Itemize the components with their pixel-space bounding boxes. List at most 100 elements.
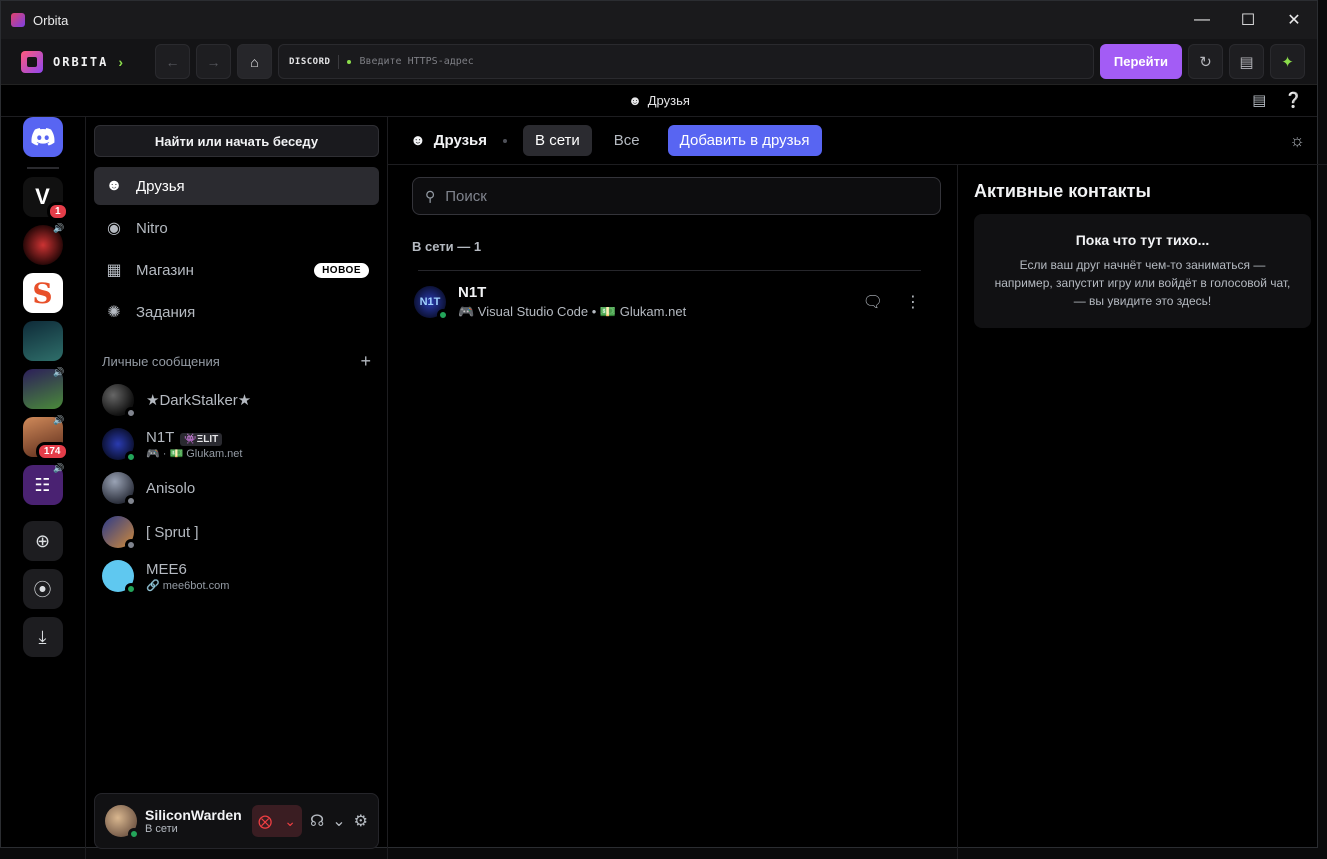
reload-icon[interactable]: ↻ — [1188, 44, 1223, 79]
friends-header: ☻ Друзья В сети Все Добавить в друзья ☼ — [388, 117, 1327, 165]
dm-name: MEE6 — [146, 560, 187, 578]
status-online-icon — [125, 583, 137, 595]
close-window-button[interactable]: ✕ — [1271, 1, 1317, 39]
new-badge: НОВОЕ — [314, 262, 369, 278]
dm-activity: 🔗 mee6bot.com — [146, 579, 230, 592]
dm-name: ★DarkStalker★ — [146, 392, 252, 409]
explore-icon[interactable]: ⦿ — [22, 569, 63, 609]
nav-label: Nitro — [136, 219, 168, 237]
orbita-logo-icon — [21, 50, 43, 73]
spark-icon[interactable]: ✦ — [1270, 44, 1305, 79]
mention-badge: 1 — [46, 202, 69, 221]
friends-title: ☻ Друзья — [410, 132, 487, 149]
online-count: В сети — 1 — [412, 239, 482, 254]
back-button[interactable]: ← — [155, 44, 190, 79]
friends-icon: ☻ — [410, 132, 426, 149]
tab-all[interactable]: Все — [602, 125, 652, 156]
nav-label: Задания — [136, 303, 196, 321]
server-anime[interactable]: 🔊 174 — [22, 415, 69, 461]
window-title: Orbita — [33, 12, 69, 28]
avatar — [102, 428, 137, 463]
friends-search[interactable]: ⚲ — [412, 177, 941, 215]
download-icon[interactable]: ⤓ — [22, 617, 63, 657]
server-monitor[interactable]: 🔊 ☷ — [22, 463, 65, 505]
friends-list: ⚲ В сети — 1 N1T N1T 🎮 Visual Studio Cod… — [388, 165, 958, 859]
friends-title-label: Друзья — [433, 132, 488, 149]
avatar[interactable] — [105, 805, 140, 840]
avatar-text: N1T — [419, 295, 441, 308]
server-list: V 1 🔊 S 🔊 🔊 174 🔊 ☷ ⊕ ⦿ ⤓ — [0, 117, 86, 859]
server-pepe[interactable]: 🔊 — [22, 367, 65, 409]
dm-item[interactable]: Anisolo — [94, 466, 379, 510]
discord-top-bar: ☻ Друзья ▤ ❔ — [1, 85, 1317, 117]
brand-name: ORBITA — [53, 54, 109, 69]
tab-online[interactable]: В сети — [523, 125, 592, 156]
home-server-button[interactable] — [22, 117, 63, 157]
more-icon[interactable]: ⋮ — [905, 292, 921, 312]
add-friend-button[interactable]: Добавить в друзья — [667, 125, 822, 156]
user-status: В сети — [145, 823, 178, 835]
browser-toolbar: ORBITA › ← → ⌂ DISCORD Перейти ↻ ▤ ✦ — [1, 39, 1317, 85]
home-button[interactable]: ⌂ — [237, 44, 272, 79]
window-controls: — ☐ ✕ — [1179, 1, 1317, 39]
server-club[interactable]: 🔊 — [22, 223, 65, 265]
shop-icon: ▦ — [106, 262, 122, 279]
brand-chevron-icon: › — [118, 53, 124, 70]
server-laptop[interactable] — [22, 321, 63, 361]
avatar — [102, 384, 137, 419]
address-bar[interactable]: DISCORD — [278, 44, 1094, 79]
volume-icon: 🔊 — [53, 463, 65, 473]
go-button[interactable]: Перейти — [1099, 44, 1182, 79]
clan-tag: 👾ΞLIT — [180, 432, 223, 446]
dm-activity: 🎮 · 💵 Glukam.net — [146, 447, 243, 460]
header-dot — [503, 138, 508, 143]
dm-name: Anisolo — [146, 479, 196, 497]
dm-item[interactable]: ★DarkStalker★ — [94, 378, 379, 422]
url-input[interactable] — [359, 56, 1083, 67]
empty-description: Если ваш друг начнёт чем-то заниматься —… — [994, 258, 1291, 308]
top-right-icons: ▤ ❔ — [1252, 91, 1303, 109]
chevron-down-icon[interactable]: ⌄ — [332, 811, 345, 831]
gear-icon[interactable]: ⚙ — [354, 811, 368, 831]
new-group-dm-icon[interactable]: ☼ — [1289, 131, 1305, 151]
help-icon[interactable]: ❔ — [1284, 91, 1303, 109]
forward-button[interactable]: → — [196, 44, 231, 79]
server-s[interactable]: S — [22, 273, 63, 313]
headphones-icon[interactable]: ☊ — [310, 811, 324, 831]
inbox-icon[interactable]: ▤ — [1252, 91, 1266, 109]
quests-icon: ✺ — [107, 304, 121, 321]
address-divider — [338, 54, 340, 69]
minimize-button[interactable]: — — [1179, 1, 1225, 39]
dm-item[interactable]: [ Sprut ] — [94, 510, 379, 554]
maximize-button[interactable]: ☐ — [1225, 1, 1271, 39]
mention-badge: 174 — [35, 442, 69, 461]
reader-icon[interactable]: ▤ — [1229, 44, 1264, 79]
title-bar: Orbita — ☐ ✕ — [1, 1, 1317, 39]
add-server-icon[interactable]: ⊕ — [22, 521, 63, 561]
chevron-down-icon[interactable]: ⌄ — [284, 813, 296, 830]
friends-icon: ☻ — [628, 93, 642, 108]
dm-name: N1T — [146, 428, 175, 446]
nav-quests[interactable]: ✺ Задания — [94, 293, 379, 331]
dm-item[interactable]: MEE6 🔗 mee6bot.com — [94, 554, 379, 598]
dm-item[interactable]: N1T 👾ΞLIT 🎮 · 💵 Glukam.net — [94, 422, 379, 466]
status-offline-icon — [125, 495, 137, 507]
avatar — [102, 560, 137, 595]
message-icon[interactable]: 🗨 — [863, 292, 883, 312]
brand[interactable]: ORBITA › — [21, 50, 149, 73]
friend-row[interactable]: N1T N1T 🎮 Visual Studio Code • 💵 Glukam.… — [414, 270, 921, 332]
nav-friends[interactable]: ☻ Друзья — [94, 167, 379, 205]
avatar — [102, 472, 137, 507]
create-dm-icon[interactable]: + — [360, 351, 371, 372]
secure-dot-icon — [347, 59, 352, 64]
discord-logo-icon — [31, 128, 55, 146]
nav-shop[interactable]: ▦ Магазин НОВОЕ — [94, 251, 379, 289]
search-input[interactable] — [445, 187, 928, 205]
volume-icon: 🔊 — [53, 223, 65, 233]
friends-body: ⚲ В сети — 1 N1T N1T 🎮 Visual Studio Cod… — [388, 165, 1327, 859]
server-vibe[interactable]: V 1 — [22, 177, 69, 221]
volume-icon: 🔊 — [53, 367, 65, 377]
mute-button[interactable]: ⨂ ⌄ — [252, 805, 303, 837]
nav-nitro[interactable]: ◉ Nitro — [94, 209, 379, 247]
find-conversation-button[interactable]: Найти или начать беседу — [94, 125, 379, 157]
